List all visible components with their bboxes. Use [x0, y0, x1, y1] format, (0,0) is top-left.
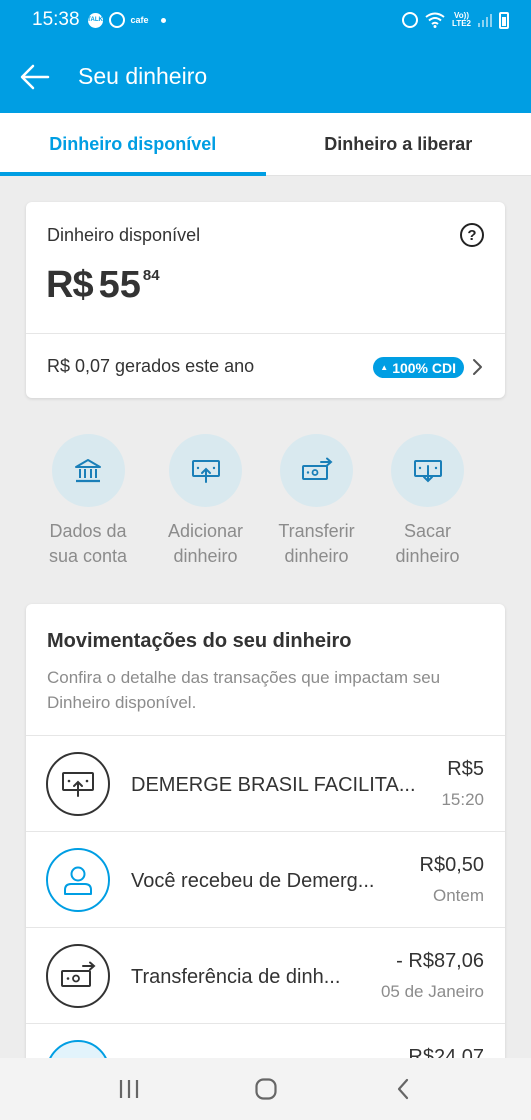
alarm-icon — [402, 12, 419, 28]
add-money-action[interactable]: Adicionar dinheiro — [150, 434, 261, 574]
action-label: Adicionar dinheiro — [167, 521, 244, 566]
talk-app-icon: TALK — [87, 12, 103, 28]
recent-apps-icon — [119, 1080, 138, 1098]
transaction-row[interactable]: DEMERGE BRASIL FACILITA... R$5 15:20 — [26, 735, 505, 831]
system-icons: Vo)) LTE2 — [402, 11, 509, 29]
home-icon — [254, 1078, 277, 1100]
cdi-badge[interactable]: ▲ 100% CDI — [373, 357, 464, 378]
app-bar: Seu dinheiro — [0, 40, 531, 113]
transaction-date: 15:20 — [441, 790, 484, 809]
transaction-name: Você recebeu de Demerg... — [131, 870, 375, 892]
account-data-action[interactable]: Dados da sua conta — [26, 434, 150, 574]
whatsapp-icon — [108, 12, 125, 28]
action-label: Dados da sua conta — [48, 521, 128, 566]
divider — [26, 333, 505, 334]
wifi-icon — [425, 12, 445, 28]
balance-cents: 84 — [142, 267, 160, 284]
transfer-money-icon[interactable] — [280, 434, 353, 507]
chevron-left-icon — [397, 1078, 408, 1100]
page-title: Seu dinheiro — [78, 63, 208, 89]
signal-icon — [478, 13, 492, 27]
status-bar: 15:38 TALK cafe Vo)) LTE2 — [0, 0, 531, 40]
transaction-date: Ontem — [432, 886, 484, 905]
transaction-row[interactable]: Transferência de dinh... - R$87,06 05 de… — [26, 927, 505, 1023]
transfer-money-icon — [46, 944, 110, 1008]
balance-integer: 55 — [98, 264, 141, 306]
add-money-icon[interactable] — [169, 434, 242, 507]
arrow-up-icon: ▲ — [380, 363, 389, 372]
cdi-badge-label: 100% CDI — [392, 359, 456, 376]
yield-text[interactable]: R$ 0,07 gerados este ano — [47, 356, 254, 377]
notification-icons: TALK cafe — [87, 12, 166, 28]
transactions-card: Movimentações do seu dinheiro Confira o … — [26, 604, 505, 1074]
network-type-label: Vo)) LTE2 — [452, 11, 471, 28]
transaction-amount: - R$87,06 — [396, 950, 484, 972]
more-notifications-icon — [160, 17, 166, 23]
system-navigation-bar — [0, 1058, 531, 1120]
recent-apps-button[interactable] — [99, 1064, 159, 1114]
balance-amount: R$ 55 84 — [46, 264, 160, 307]
balance-currency: R$ — [46, 264, 94, 306]
home-button[interactable] — [236, 1064, 296, 1114]
quick-actions: Dados da sua conta Adicionar dinheiro Tr… — [26, 434, 505, 574]
transactions-description: Confira o detalhe das transações que imp… — [47, 668, 441, 712]
cafe-app-icon: cafe — [130, 15, 149, 25]
back-button[interactable] — [0, 40, 70, 113]
tab-available-money[interactable]: Dinheiro disponível — [0, 113, 266, 176]
tab-money-to-release[interactable]: Dinheiro a liberar — [266, 113, 531, 175]
transactions-title: Movimentações do seu dinheiro — [47, 630, 352, 652]
battery-icon — [499, 11, 509, 29]
balance-label: Dinheiro disponível — [47, 225, 201, 245]
chevron-right-icon[interactable] — [471, 356, 485, 378]
balance-card: Dinheiro disponível ? R$ 55 84 R$ 0,07 g… — [26, 202, 505, 398]
status-time: 15:38 — [32, 9, 80, 30]
add-money-icon — [46, 752, 110, 816]
transaction-name: DEMERGE BRASIL FACILITA... — [131, 774, 416, 796]
user-icon — [46, 848, 110, 912]
action-label: Sacar dinheiro — [395, 521, 460, 566]
arrow-left-icon — [20, 64, 50, 89]
withdraw-money-icon[interactable] — [391, 434, 464, 507]
back-nav-button[interactable] — [373, 1064, 433, 1114]
transaction-row[interactable]: Você recebeu de Demerg... R$0,50 Ontem — [26, 831, 505, 927]
transaction-date: 05 de Janeiro — [380, 982, 484, 1001]
help-icon[interactable]: ? — [460, 223, 484, 247]
action-label: Transferir dinheiro — [278, 521, 355, 566]
bank-icon[interactable] — [51, 434, 125, 507]
transaction-amount: R$0,50 — [419, 854, 485, 876]
transfer-money-action[interactable]: Transferir dinheiro — [261, 434, 372, 574]
withdraw-money-action[interactable]: Sacar dinheiro — [372, 434, 483, 574]
tab-bar: Dinheiro disponível Dinheiro a liberar — [0, 113, 531, 176]
transaction-amount: R$5 — [447, 758, 484, 780]
transactions-list: DEMERGE BRASIL FACILITA... R$5 15:20 Voc… — [26, 735, 505, 1074]
